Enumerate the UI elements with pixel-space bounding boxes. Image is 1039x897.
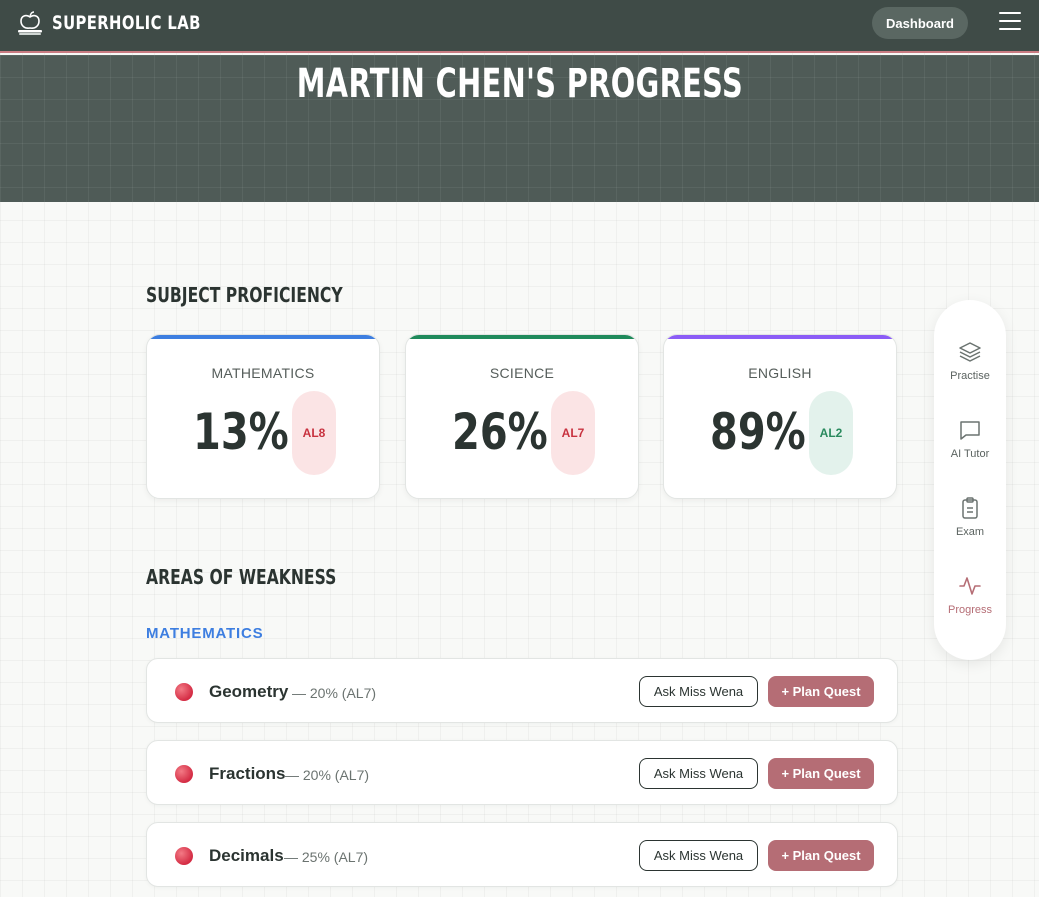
- areas-of-weakness-heading: AREAS OF WEAKNESS: [146, 565, 337, 589]
- hamburger-menu-icon[interactable]: [999, 12, 1023, 32]
- layers-icon: [959, 342, 981, 362]
- card-accent: [147, 335, 379, 339]
- proficiency-card-english[interactable]: ENGLISH 89% AL2: [663, 334, 897, 499]
- weakness-row: Decimals — 25% (AL7) Ask Miss Wena + Pla…: [146, 822, 898, 887]
- plan-quest-button[interactable]: + Plan Quest: [768, 676, 874, 707]
- dashboard-button[interactable]: Dashboard: [872, 7, 968, 39]
- card-percent: 13%: [193, 403, 289, 461]
- logo[interactable]: SUPERHOLIC LAB: [16, 10, 243, 36]
- weakness-detail: — 25% (AL7): [284, 849, 369, 865]
- status-dot-icon: [175, 847, 193, 865]
- weakness-detail: — 20% (AL7): [285, 767, 370, 783]
- nav-practise[interactable]: Practise: [934, 340, 1006, 382]
- hero-banner: MARTIN CHEN'S PROGRESS: [0, 55, 1039, 202]
- app-name: SUPERHOLIC LAB: [52, 12, 201, 34]
- top-bar: SUPERHOLIC LAB Dashboard: [0, 0, 1039, 53]
- status-dot-icon: [175, 683, 193, 701]
- ask-miss-wena-button[interactable]: Ask Miss Wena: [639, 676, 758, 707]
- card-percent: 89%: [710, 403, 806, 461]
- weakness-topic: Geometry: [209, 682, 289, 701]
- nav-label: Exam: [955, 526, 985, 538]
- weakness-topic: Decimals: [209, 846, 284, 865]
- weakness-subject-label: MATHEMATICS: [146, 625, 264, 642]
- card-percent: 26%: [452, 403, 548, 461]
- nav-label: AI Tutor: [950, 448, 990, 460]
- subject-proficiency-heading: SUBJECT PROFICIENCY: [146, 283, 343, 307]
- card-accent: [664, 335, 896, 339]
- apple-books-logo-icon: [18, 11, 42, 35]
- card-subject-label: SCIENCE: [489, 365, 555, 381]
- side-navigation: Practise AI Tutor Exam Progress: [934, 300, 1006, 660]
- nav-progress[interactable]: Progress: [934, 574, 1006, 616]
- activity-icon: [959, 577, 981, 595]
- clipboard-icon: [962, 497, 978, 519]
- proficiency-card-mathematics[interactable]: MATHEMATICS 13% AL8: [146, 334, 380, 499]
- card-subject-label: MATHEMATICS: [211, 365, 315, 381]
- nav-label: Practise: [950, 370, 990, 382]
- nav-exam[interactable]: Exam: [934, 496, 1006, 538]
- card-subject-label: ENGLISH: [748, 365, 812, 381]
- weakness-topic: Fractions: [209, 764, 286, 783]
- level-badge: AL2: [809, 391, 853, 475]
- chat-icon: [960, 421, 980, 440]
- status-dot-icon: [175, 765, 193, 783]
- weakness-detail: — 20% (AL7): [292, 685, 377, 701]
- page-title: MARTIN CHEN'S PROGRESS: [296, 61, 743, 107]
- nav-label: Progress: [947, 604, 993, 616]
- plan-quest-button[interactable]: + Plan Quest: [768, 840, 874, 871]
- ask-miss-wena-button[interactable]: Ask Miss Wena: [639, 840, 758, 871]
- ask-miss-wena-button[interactable]: Ask Miss Wena: [639, 758, 758, 789]
- level-badge: AL8: [292, 391, 336, 475]
- plan-quest-button[interactable]: + Plan Quest: [768, 758, 874, 789]
- card-accent: [406, 335, 638, 339]
- proficiency-card-science[interactable]: SCIENCE 26% AL7: [405, 334, 639, 499]
- weakness-row: Fractions — 20% (AL7) Ask Miss Wena + Pl…: [146, 740, 898, 805]
- level-badge: AL7: [551, 391, 595, 475]
- weakness-row: Geometry — 20% (AL7) Ask Miss Wena + Pla…: [146, 658, 898, 723]
- nav-ai-tutor[interactable]: AI Tutor: [934, 418, 1006, 460]
